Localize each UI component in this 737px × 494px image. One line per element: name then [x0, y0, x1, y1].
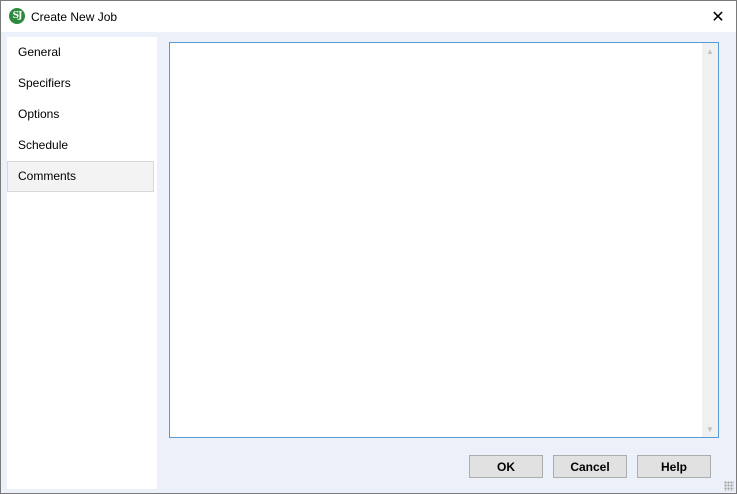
- ok-button[interactable]: OK: [469, 455, 543, 478]
- close-button[interactable]: ✕: [700, 1, 736, 32]
- resize-grip-icon[interactable]: [724, 481, 734, 491]
- app-logo-text: SJ: [12, 11, 23, 21]
- vertical-scrollbar[interactable]: ▲ ▼: [702, 43, 718, 437]
- comments-textarea[interactable]: ▲ ▼: [169, 42, 719, 438]
- app-logo-icon: SJ: [9, 8, 25, 24]
- help-button[interactable]: Help: [637, 455, 711, 478]
- sidebar-nav: General Specifiers Options Schedule Comm…: [7, 37, 157, 489]
- sidebar-item-comments[interactable]: Comments: [7, 161, 154, 192]
- create-new-job-dialog: SJ Create New Job ✕ General Specifiers O…: [0, 0, 737, 494]
- scroll-down-arrow-icon[interactable]: ▼: [702, 421, 718, 437]
- cancel-button[interactable]: Cancel: [553, 455, 627, 478]
- scroll-up-arrow-icon[interactable]: ▲: [702, 43, 718, 59]
- sidebar-item-options[interactable]: Options: [7, 99, 157, 130]
- sidebar-item-schedule[interactable]: Schedule: [7, 130, 157, 161]
- sidebar-item-general[interactable]: General: [7, 37, 157, 68]
- close-icon: ✕: [711, 8, 725, 26]
- sidebar-item-specifiers[interactable]: Specifiers: [7, 68, 157, 99]
- title-bar: SJ Create New Job ✕: [1, 1, 736, 32]
- window-title: Create New Job: [31, 10, 118, 24]
